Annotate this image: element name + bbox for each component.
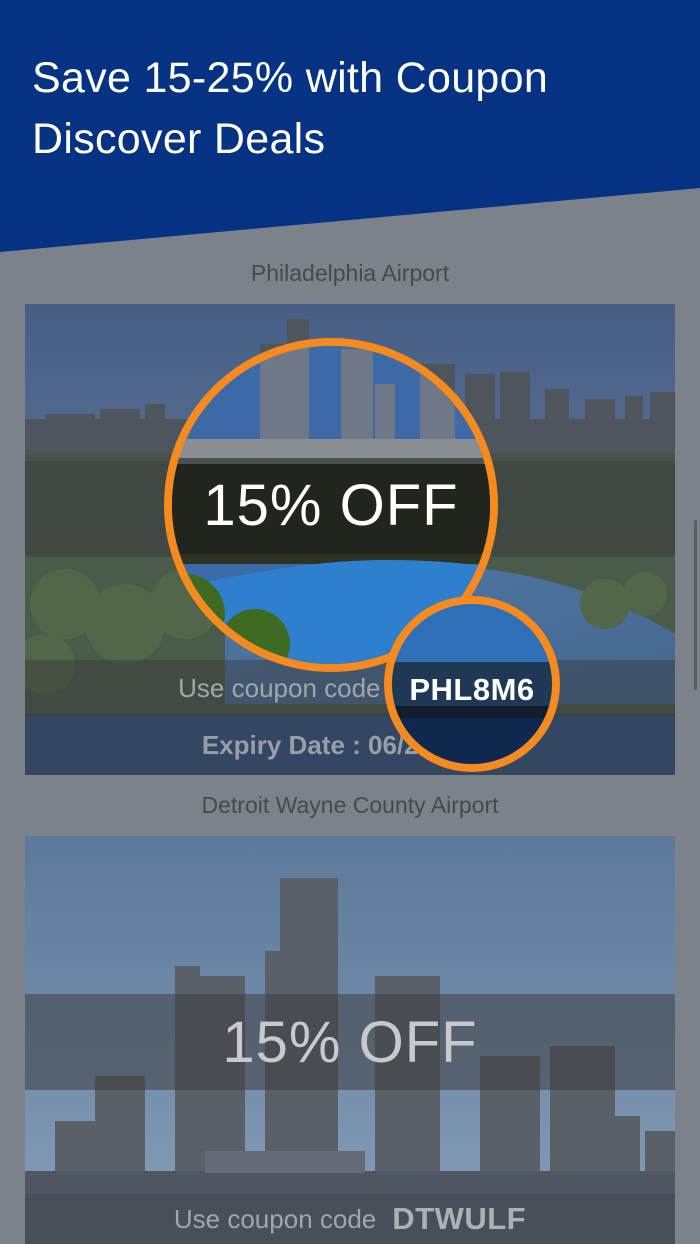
scrollbar[interactable] — [694, 520, 697, 690]
spotlight-code-row: PHL8M6 — [392, 662, 552, 718]
coupon-code[interactable]: DTWULF — [392, 1201, 526, 1237]
spotlight-coupon-code: PHL8M6 — [384, 596, 560, 772]
airport-label-detroit: Detroit Wayne County Airport — [201, 792, 499, 818]
coupon-code-prefix: Use coupon code — [173, 1203, 377, 1234]
airport-label-philadelphia: Philadelphia Airport — [250, 260, 450, 286]
discount-band: 15% OFF — [25, 994, 675, 1090]
spotlight-coupon-code-text: PHL8M6 — [409, 672, 535, 707]
header-line-1: Save 15-25% with Coupon — [32, 54, 549, 102]
discount-text: 15% OFF — [222, 1009, 478, 1075]
spotlight-discount-text: 15% OFF — [203, 472, 459, 538]
header-title: Save 15-25% with Coupon Discover Deals — [32, 48, 548, 170]
coupon-code-row: Use coupon code DTWULF — [25, 1194, 675, 1244]
deal-card-detroit[interactable]: 15% OFF Use coupon code DTWULF — [25, 836, 675, 1244]
header-line-2: Discover Deals — [32, 115, 326, 163]
coupon-code-prefix: Use coupon code — [178, 672, 381, 703]
expiry-row: Expiry Date : 06/21/2022 — [25, 716, 675, 775]
